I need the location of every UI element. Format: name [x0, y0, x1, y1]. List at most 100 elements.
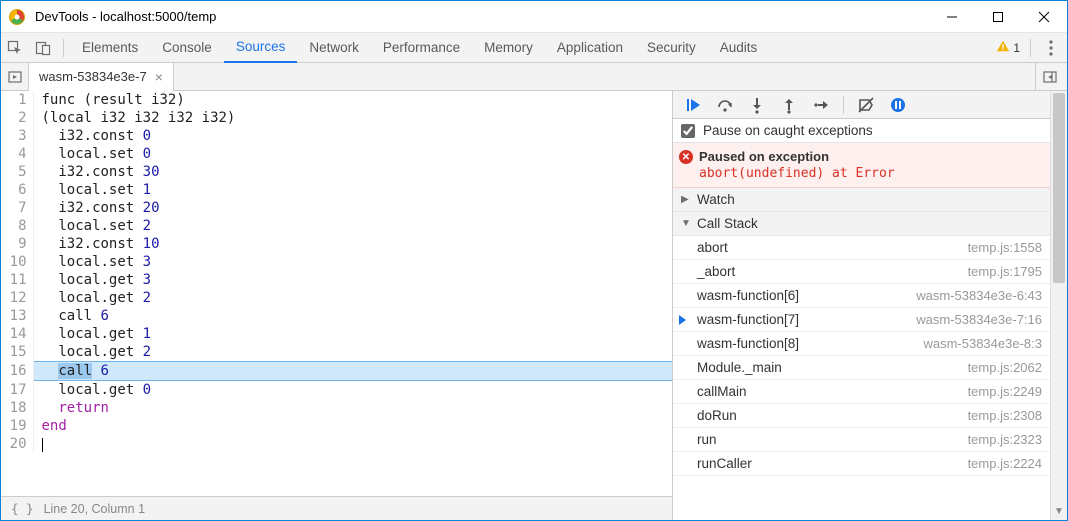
stack-frame[interactable]: callMaintemp.js:2249 [673, 380, 1050, 404]
stack-frame[interactable]: Module._maintemp.js:2062 [673, 356, 1050, 380]
code-line[interactable]: local.get 2 [33, 343, 672, 362]
content-area: 1func (result i32)2(local i32 i32 i32 i3… [1, 91, 1067, 520]
code-line[interactable]: local.set 2 [33, 217, 672, 235]
stack-frame[interactable]: wasm-function[8]wasm-53834e3e-8:3 [673, 332, 1050, 356]
line-number[interactable]: 4 [1, 145, 33, 163]
source-file-tab[interactable]: wasm-53834e3e-7 × [29, 63, 174, 91]
panel-tab-memory[interactable]: Memory [472, 33, 545, 63]
code-line[interactable]: local.get 2 [33, 289, 672, 307]
deactivate-breakpoints-button[interactable] [852, 93, 880, 117]
code-line[interactable]: call 6 [33, 362, 672, 381]
line-number[interactable]: 18 [1, 399, 33, 417]
stack-frame[interactable]: runCallertemp.js:2224 [673, 452, 1050, 476]
panel-tab-security[interactable]: Security [635, 33, 708, 63]
line-number[interactable]: 1 [1, 91, 33, 109]
line-number[interactable]: 13 [1, 307, 33, 325]
sources-subbar: wasm-53834e3e-7 × [1, 63, 1067, 91]
code-line[interactable]: end [33, 417, 672, 435]
code-pane: 1func (result i32)2(local i32 i32 i32 i3… [1, 91, 673, 520]
code-editor[interactable]: 1func (result i32)2(local i32 i32 i32 i3… [1, 91, 672, 496]
toggle-preview-button[interactable] [1035, 63, 1063, 91]
code-line[interactable]: local.set 3 [33, 253, 672, 271]
close-tab-icon[interactable]: × [155, 70, 163, 84]
step-into-button[interactable] [743, 93, 771, 117]
pretty-print-icon[interactable]: { } [11, 501, 34, 516]
panel-tab-sources[interactable]: Sources [224, 33, 298, 63]
code-line[interactable]: i32.const 30 [33, 163, 672, 181]
code-line[interactable]: call 6 [33, 307, 672, 325]
line-number[interactable]: 9 [1, 235, 33, 253]
line-number[interactable]: 6 [1, 181, 33, 199]
step-button[interactable] [807, 93, 835, 117]
code-line[interactable]: local.get 3 [33, 271, 672, 289]
device-toolbar-button[interactable] [29, 34, 57, 62]
code-line[interactable]: i32.const 10 [33, 235, 672, 253]
inspect-element-button[interactable] [1, 34, 29, 62]
stack-frame-loc: wasm-53834e3e-8:3 [923, 336, 1042, 351]
expand-icon: ▼ [681, 218, 691, 229]
stack-frame[interactable]: wasm-function[6]wasm-53834e3e-6:43 [673, 284, 1050, 308]
line-number[interactable]: 5 [1, 163, 33, 181]
line-number[interactable]: 11 [1, 271, 33, 289]
pause-on-caught-row[interactable]: Pause on caught exceptions [673, 119, 1050, 143]
code-line[interactable]: func (result i32) [33, 91, 672, 109]
stack-frame-loc: temp.js:1795 [968, 264, 1042, 279]
stack-frame-loc: temp.js:1558 [968, 240, 1042, 255]
pause-on-exceptions-button[interactable] [884, 93, 912, 117]
stack-frame-loc: temp.js:2224 [968, 456, 1042, 471]
warning-count-badge[interactable]: 1 [996, 39, 1020, 56]
line-number[interactable]: 7 [1, 199, 33, 217]
line-number[interactable]: 8 [1, 217, 33, 235]
resume-button[interactable] [679, 93, 707, 117]
line-number[interactable]: 17 [1, 381, 33, 400]
stack-frame-loc: wasm-53834e3e-6:43 [916, 288, 1042, 303]
close-button[interactable] [1021, 1, 1067, 33]
code-line[interactable]: return [33, 399, 672, 417]
show-navigator-button[interactable] [1, 63, 29, 91]
stack-frame-loc: temp.js:2249 [968, 384, 1042, 399]
code-line[interactable]: i32.const 20 [33, 199, 672, 217]
stack-frame[interactable]: doRuntemp.js:2308 [673, 404, 1050, 428]
error-icon: ✕ [679, 150, 693, 164]
step-over-button[interactable] [711, 93, 739, 117]
stack-frame[interactable]: _aborttemp.js:1795 [673, 260, 1050, 284]
line-number[interactable]: 16 [1, 362, 33, 381]
panel-tab-console[interactable]: Console [150, 33, 224, 63]
step-out-button[interactable] [775, 93, 803, 117]
code-line[interactable]: (local i32 i32 i32 i32) [33, 109, 672, 127]
stack-frame[interactable]: runtemp.js:2323 [673, 428, 1050, 452]
code-line[interactable]: local.set 0 [33, 145, 672, 163]
scroll-thumb[interactable] [1053, 93, 1065, 283]
stack-frame[interactable]: wasm-function[7]wasm-53834e3e-7:16 [673, 308, 1050, 332]
panel-tab-performance[interactable]: Performance [371, 33, 472, 63]
maximize-button[interactable] [975, 1, 1021, 33]
panel-tab-application[interactable]: Application [545, 33, 635, 63]
stack-frame[interactable]: aborttemp.js:1558 [673, 236, 1050, 260]
code-line[interactable]: local.get 0 [33, 381, 672, 400]
editor-status-bar: { } Line 20, Column 1 [1, 496, 672, 520]
line-number[interactable]: 14 [1, 325, 33, 343]
line-number[interactable]: 10 [1, 253, 33, 271]
code-line[interactable]: i32.const 0 [33, 127, 672, 145]
panel-tab-network[interactable]: Network [297, 33, 371, 63]
code-line[interactable]: local.set 1 [33, 181, 672, 199]
callstack-section-header[interactable]: ▼ Call Stack [673, 212, 1050, 236]
panel-tab-elements[interactable]: Elements [70, 33, 150, 63]
exception-message: abort(undefined) at Error [699, 166, 1042, 181]
line-number[interactable]: 3 [1, 127, 33, 145]
pause-on-caught-checkbox[interactable] [681, 124, 695, 138]
watch-section-header[interactable]: ▶ Watch [673, 188, 1050, 212]
minimize-button[interactable] [929, 1, 975, 33]
line-number[interactable]: 12 [1, 289, 33, 307]
panel-tab-audits[interactable]: Audits [708, 33, 770, 63]
scroll-down-icon[interactable]: ▼ [1051, 503, 1067, 520]
code-line[interactable] [33, 435, 672, 453]
more-options-button[interactable] [1041, 34, 1061, 62]
line-number[interactable]: 15 [1, 343, 33, 362]
warning-icon [996, 39, 1010, 56]
line-number[interactable]: 2 [1, 109, 33, 127]
line-number[interactable]: 20 [1, 435, 33, 453]
code-line[interactable]: local.get 1 [33, 325, 672, 343]
scrollbar[interactable]: ▲ ▼ [1050, 91, 1067, 520]
line-number[interactable]: 19 [1, 417, 33, 435]
